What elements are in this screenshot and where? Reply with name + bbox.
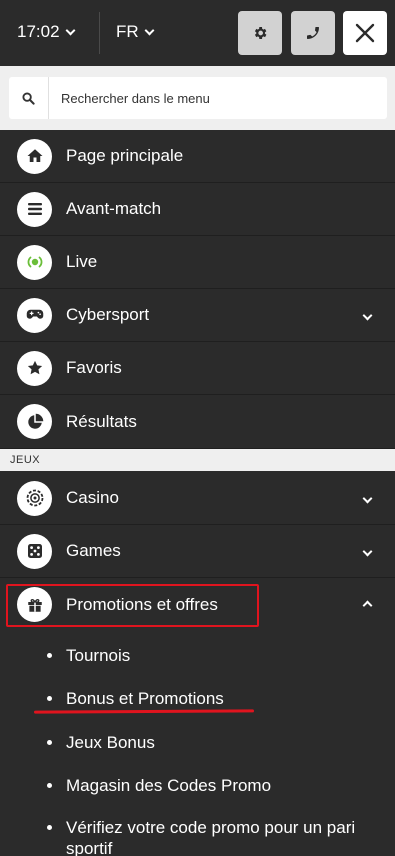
submenu-item-label: Jeux Bonus [66,733,155,752]
star-icon [17,350,52,386]
submenu-item-label: Tournois [66,646,131,665]
bullet [47,653,52,658]
phone-icon [307,27,319,39]
gear-icon [254,27,267,39]
submenu-item-label: Vérifiez votre code promo pour un pari s… [66,818,356,856]
menu-item-label: Avant-match [66,199,162,218]
language-selector[interactable]: FR [116,22,155,42]
chevron-down-icon [362,489,373,507]
close-button[interactable] [343,11,387,55]
menu-item-favoris[interactable]: Favoris [0,342,395,395]
menu-item-casino[interactable]: Casino [0,472,395,525]
time-label: 17:02 [17,22,60,41]
close-icon [355,23,375,43]
submenu-item-label: Bonus et Promotions [66,689,224,708]
menu-item-avant-match[interactable]: Avant-match [0,183,395,236]
menu-item-resultats[interactable]: Résultats [0,395,395,449]
search-input[interactable] [49,90,349,106]
menu-item-label: Games [66,541,121,560]
submenu-item-label: Magasin des Codes Promo [66,776,272,795]
top-bar: 17:02 FR [0,0,395,66]
menu-item-label: Casino [66,488,119,507]
menu-item-label: Page principale [66,146,184,165]
chevron-down-icon [362,306,373,324]
phone-button[interactable] [291,11,335,55]
highlight-underline [33,709,255,714]
menu-item-label: Live [66,252,98,271]
bullet [47,825,52,830]
menu-item-live[interactable]: Live [0,236,395,289]
list-icon [17,191,52,227]
pie-chart-icon [17,404,52,439]
bullet [47,696,52,701]
menu-item-cybersport[interactable]: Cybersport [0,289,395,342]
bullet [47,740,52,745]
bullet [47,783,52,788]
menu-item-label: Résultats [66,411,137,431]
time-selector[interactable]: 17:02 [17,22,75,42]
menu-item-label: Cybersport [66,305,150,324]
chevron-down-icon [65,25,75,35]
chevron-down-icon [144,25,155,35]
menu-item-games[interactable]: Games [0,525,395,578]
search-box [9,77,387,119]
live-icon [17,244,52,280]
highlight-box [6,584,259,627]
menu-item-label: Favoris [66,358,122,377]
menu-item-page-principale[interactable]: Page principale [0,130,395,183]
dice-icon [17,533,52,569]
home-icon [17,138,52,174]
chevron-down-icon [362,542,373,560]
chevron-up-icon [362,596,373,614]
language-label: FR [116,22,139,41]
casino-chip-icon [17,480,52,516]
divider [99,12,100,54]
gamepad-icon [17,297,52,333]
section-header-jeux: JEUX [0,449,395,471]
settings-button[interactable] [238,11,282,55]
search-icon [9,77,49,119]
search-area [0,66,395,130]
